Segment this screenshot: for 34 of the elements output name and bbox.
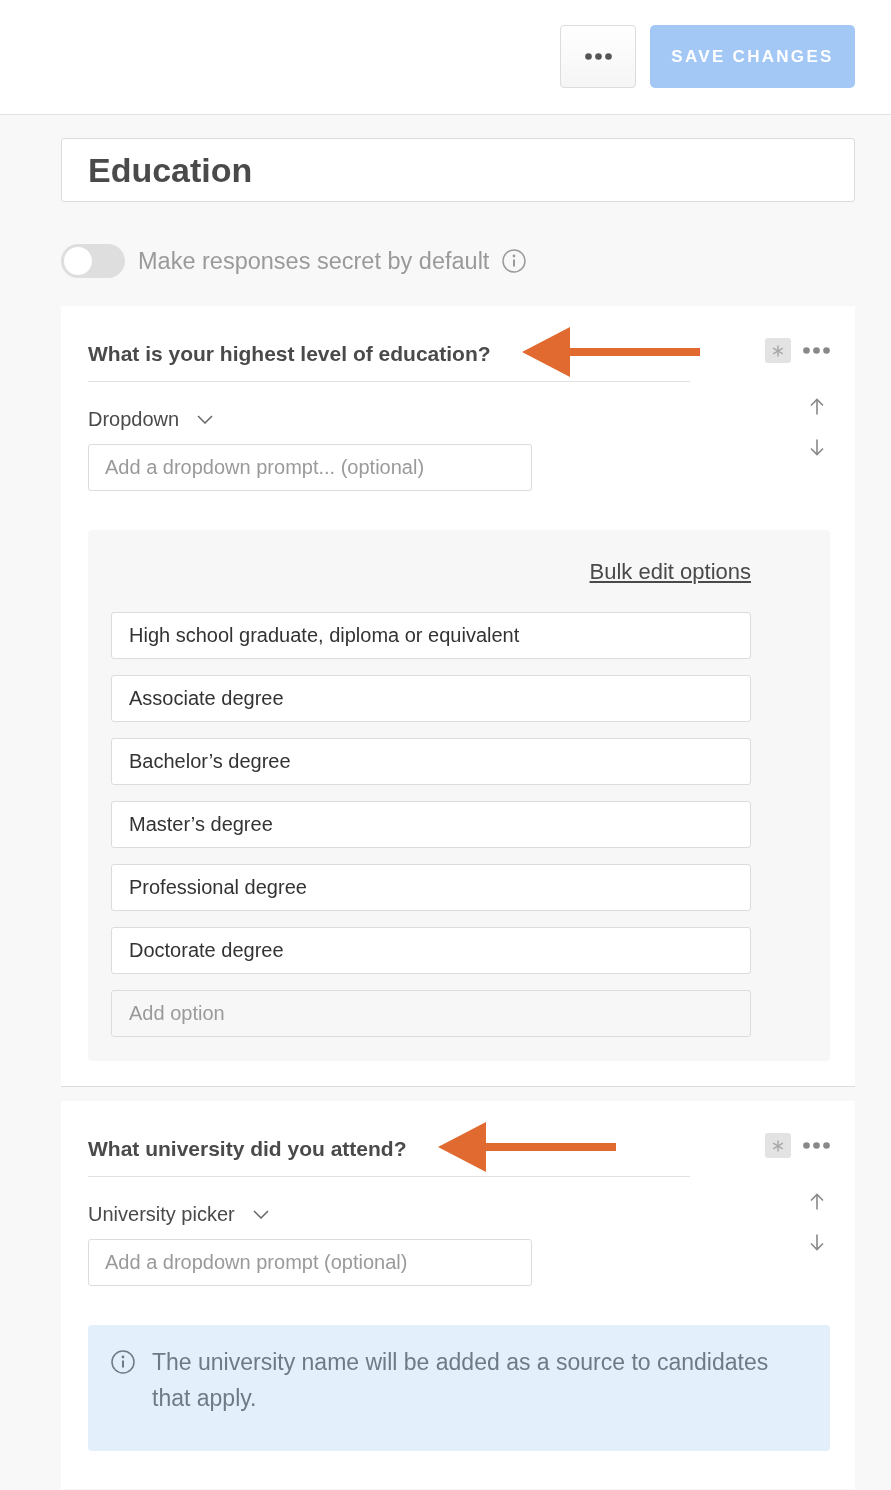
more-icon[interactable] (803, 347, 830, 354)
prompt-field[interactable]: Add a dropdown prompt... (optional) (88, 444, 532, 491)
arrow-down-icon[interactable] (810, 439, 824, 456)
question-type-select[interactable]: University picker (88, 1202, 269, 1226)
section-title-field[interactable]: Education (61, 138, 855, 202)
option-field[interactable]: Master’s degree (111, 801, 751, 848)
more-icon (584, 53, 612, 60)
bulk-edit-link[interactable]: Bulk edit options (589, 558, 751, 586)
question-title: What university did you attend? (88, 1136, 407, 1162)
required-button[interactable] (765, 338, 791, 363)
option-field[interactable]: High school graduate, diploma or equivalent (111, 612, 751, 659)
arrow-up-icon[interactable] (810, 1193, 824, 1210)
asterisk-icon (772, 344, 784, 357)
info-icon[interactable] (502, 249, 527, 273)
info-icon (111, 1350, 135, 1374)
asterisk-icon (772, 1139, 784, 1152)
secret-toggle[interactable] (61, 244, 125, 278)
chevron-down-icon (252, 1209, 269, 1219)
arrow-up-icon[interactable] (810, 398, 824, 415)
chevron-down-icon (197, 414, 214, 424)
prompt-field[interactable]: Add a dropdown prompt (optional) (88, 1239, 532, 1286)
toggle-label: Make responses secret by default (138, 247, 490, 276)
more-button[interactable] (560, 25, 636, 88)
option-field[interactable]: Doctorate degree (111, 927, 751, 974)
required-button[interactable] (765, 1133, 791, 1158)
option-field[interactable]: Professional degree (111, 864, 751, 911)
question-title: What is your highest level of education? (88, 341, 491, 367)
arrow-down-icon[interactable] (810, 1234, 824, 1251)
add-option-field[interactable]: Add option (111, 990, 751, 1037)
option-field[interactable]: Bachelor’s degree (111, 738, 751, 785)
note-text: The university name will be added as a source to candidates that apply. (152, 1348, 770, 1413)
question-type-select[interactable]: Dropdown (88, 407, 214, 431)
option-field[interactable]: Associate degree (111, 675, 751, 722)
more-icon[interactable] (803, 1142, 830, 1149)
